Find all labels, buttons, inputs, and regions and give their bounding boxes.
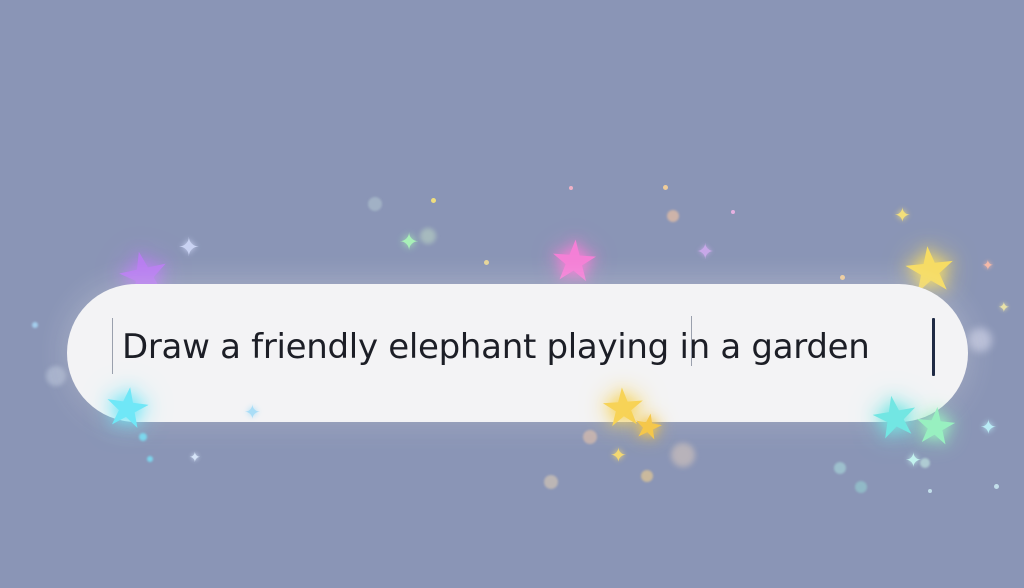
sparkle-dot-icon [368,197,382,211]
sparkle-star-icon: ✦ [998,300,1010,316]
sparkle-dot-icon [662,184,668,190]
sparkle-dot-icon [139,433,147,441]
sparkle-dot-icon [544,475,558,489]
sparkle-dot-icon [430,197,436,203]
sparkle-dot-icon [834,462,846,474]
sparkle-scene: ★ ✦ ★ ✦ ✦ ★ ✦ ✦ ✦ Draw a friendly elephant playi… [0,0,1024,588]
sparkle-star-icon: ✦ [696,240,715,265]
sparkle-dot-icon [731,210,735,214]
sparkle-dot-icon [993,483,999,489]
sparkle-star-icon: ✦ [905,448,922,472]
sparkle-star-icon: ✦ [982,258,994,274]
sparkle-star-icon: ✦ [189,450,201,466]
sparkle-dot-icon [147,456,153,462]
text-cursor [932,318,935,376]
star-icon: ★ [629,404,667,450]
sparkle-dot-icon [46,366,66,386]
sparkle-dot-icon [32,322,38,328]
sparkle-dot-icon [583,430,597,444]
sparkle-star-icon: ✦ [894,203,911,227]
text-insertion-mark [691,316,692,366]
sparkle-dot-icon [569,186,573,190]
sparkle-star-icon: ✦ [610,443,627,467]
sparkle-dot-icon [483,259,489,265]
sparkle-dot-icon [839,274,845,280]
sparkle-dot-icon [420,228,436,244]
prompt-input-text[interactable]: Draw a friendly elephant playing in a ga… [122,327,922,367]
sparkle-star-icon: ✦ [244,400,261,424]
sparkle-dot-icon [855,481,867,493]
sparkle-star-icon: ✦ [178,233,200,263]
sparkle-star-icon: ✦ [399,228,420,256]
sparkle-dot-icon [920,458,930,468]
text-selection-start-mark [112,318,113,374]
star-icon: ★ [910,394,961,458]
sparkle-dot-icon [928,489,932,493]
sparkle-dot-icon [667,210,679,222]
sparkle-star-icon: ✦ [980,415,997,439]
sparkle-dot-icon [641,470,653,482]
star-icon: ★ [546,227,602,296]
star-icon: ★ [98,372,156,443]
sparkle-dot-icon [968,328,992,352]
sparkle-dot-icon [671,443,695,467]
